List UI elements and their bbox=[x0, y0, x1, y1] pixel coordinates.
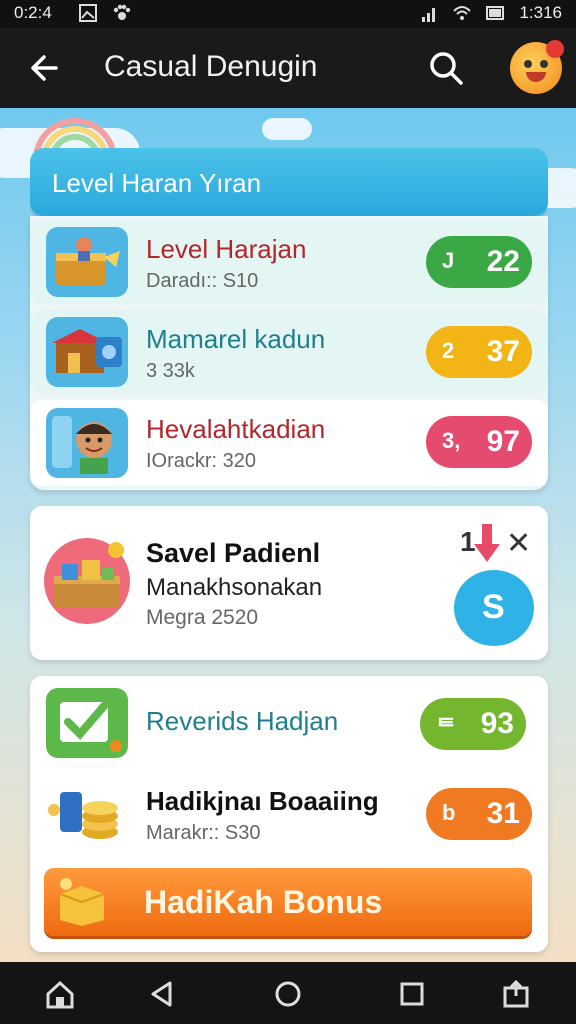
close-icon[interactable]: ✕ bbox=[506, 526, 531, 561]
list-item[interactable]: Mamarel kadun 3 33k 2 37 bbox=[30, 310, 548, 394]
page-title: Casual Denugin bbox=[104, 50, 318, 83]
badge-prefix: b bbox=[442, 800, 456, 825]
home-circle-icon[interactable] bbox=[272, 978, 304, 1010]
list-item[interactable]: Level Harajan Daradı:: S10 J 22 bbox=[30, 220, 548, 304]
coins-icon bbox=[46, 780, 128, 850]
image-icon bbox=[79, 4, 97, 22]
bonus-label: HadiKah Bonus bbox=[144, 884, 383, 920]
score-badge[interactable]: ᄐ 93 bbox=[420, 698, 526, 750]
row-subtitle: Marakr:: S30 bbox=[146, 822, 261, 844]
row-subtitle: Daradı:: S10 bbox=[146, 270, 259, 292]
arrow-left-icon[interactable] bbox=[26, 50, 62, 86]
shop-icon bbox=[46, 317, 128, 387]
arrow-down-icon bbox=[474, 524, 500, 562]
treasure-icon bbox=[46, 227, 128, 297]
row-title: Mamarel kadun bbox=[146, 324, 326, 354]
section-header: Level Haran Yıran bbox=[30, 148, 548, 216]
status-clock: 1:316 bbox=[519, 3, 562, 22]
row-title: Hevalahtkadian bbox=[146, 414, 326, 444]
feature-title: Savel Padienl bbox=[146, 538, 321, 568]
bubble-label: S bbox=[482, 588, 505, 626]
section-title: Level Haran Yıran bbox=[52, 168, 262, 198]
chest-icon bbox=[44, 538, 130, 624]
system-nav-bar bbox=[0, 962, 576, 1024]
status-bar: 0:2:4 1:316 bbox=[0, 0, 576, 28]
home-icon[interactable] bbox=[44, 978, 76, 1010]
list-item[interactable]: Reverids Hadjan ᄐ 93 bbox=[30, 680, 548, 764]
notification-badge bbox=[546, 40, 564, 58]
chat-bubble-icon[interactable]: S bbox=[454, 570, 534, 646]
checkbox-icon bbox=[46, 688, 128, 758]
cloud-decoration bbox=[262, 118, 312, 140]
list-item[interactable]: Hadikjnaı Boaaiing Marakr:: S30 b 31 bbox=[30, 772, 548, 856]
gift-box-icon bbox=[59, 878, 105, 926]
back-triangle-icon[interactable] bbox=[146, 978, 178, 1010]
person-icon bbox=[46, 408, 128, 478]
paw-icon bbox=[113, 4, 131, 20]
avatar-mouth bbox=[526, 72, 546, 82]
signal-icon bbox=[422, 8, 435, 22]
badge-prefix: ᄐ bbox=[436, 715, 457, 740]
main-content[interactable]: Level Haran Yıran Level Harajan Daradı::… bbox=[0, 108, 576, 962]
avatar-icon[interactable] bbox=[510, 40, 564, 94]
badge-prefix: 2 bbox=[442, 338, 455, 363]
row-subtitle: IOrackr: 320 bbox=[146, 450, 257, 472]
avatar-eye bbox=[524, 60, 532, 68]
badge-value: 37 bbox=[486, 335, 520, 368]
feature-meta: Megra 2520 bbox=[146, 606, 259, 629]
feature-subtitle: Manakhsonakan bbox=[146, 574, 323, 601]
badge-value: 31 bbox=[486, 797, 520, 830]
list-item[interactable]: Hevalahtkadian IOrackr: 320 3, 97 bbox=[30, 400, 548, 486]
feature-card[interactable]: Savel Padienl Manakhsonakan Megra 2520 1… bbox=[30, 506, 548, 660]
badge-prefix: 3, bbox=[442, 428, 461, 453]
badge-prefix: J bbox=[442, 248, 455, 273]
score-badge[interactable]: b 31 bbox=[426, 788, 532, 840]
badge-value: 97 bbox=[486, 425, 520, 458]
score-badge[interactable]: 2 37 bbox=[426, 326, 532, 378]
row-subtitle: 3 33k bbox=[146, 360, 195, 382]
wifi-icon bbox=[453, 6, 471, 20]
score-badge[interactable]: 3, 97 bbox=[426, 416, 532, 468]
avatar-eye bbox=[540, 60, 548, 68]
bonus-button[interactable]: HadiKah Bonus bbox=[44, 868, 532, 936]
row-title: Reverids Hadjan bbox=[146, 706, 339, 736]
app-bar: Casual Denugin bbox=[0, 28, 576, 108]
row-title: Hadikjnaı Boaaiing bbox=[146, 786, 379, 816]
share-icon[interactable] bbox=[500, 978, 532, 1010]
score-badge[interactable]: J 22 bbox=[426, 236, 532, 288]
battery-icon bbox=[486, 6, 504, 20]
badge-value: 22 bbox=[486, 245, 520, 278]
status-time: 0:2:4 bbox=[14, 3, 52, 22]
search-icon[interactable] bbox=[426, 48, 466, 88]
row-title: Level Harajan bbox=[146, 234, 307, 264]
recents-square-icon[interactable] bbox=[396, 978, 428, 1010]
badge-value: 93 bbox=[480, 707, 514, 740]
